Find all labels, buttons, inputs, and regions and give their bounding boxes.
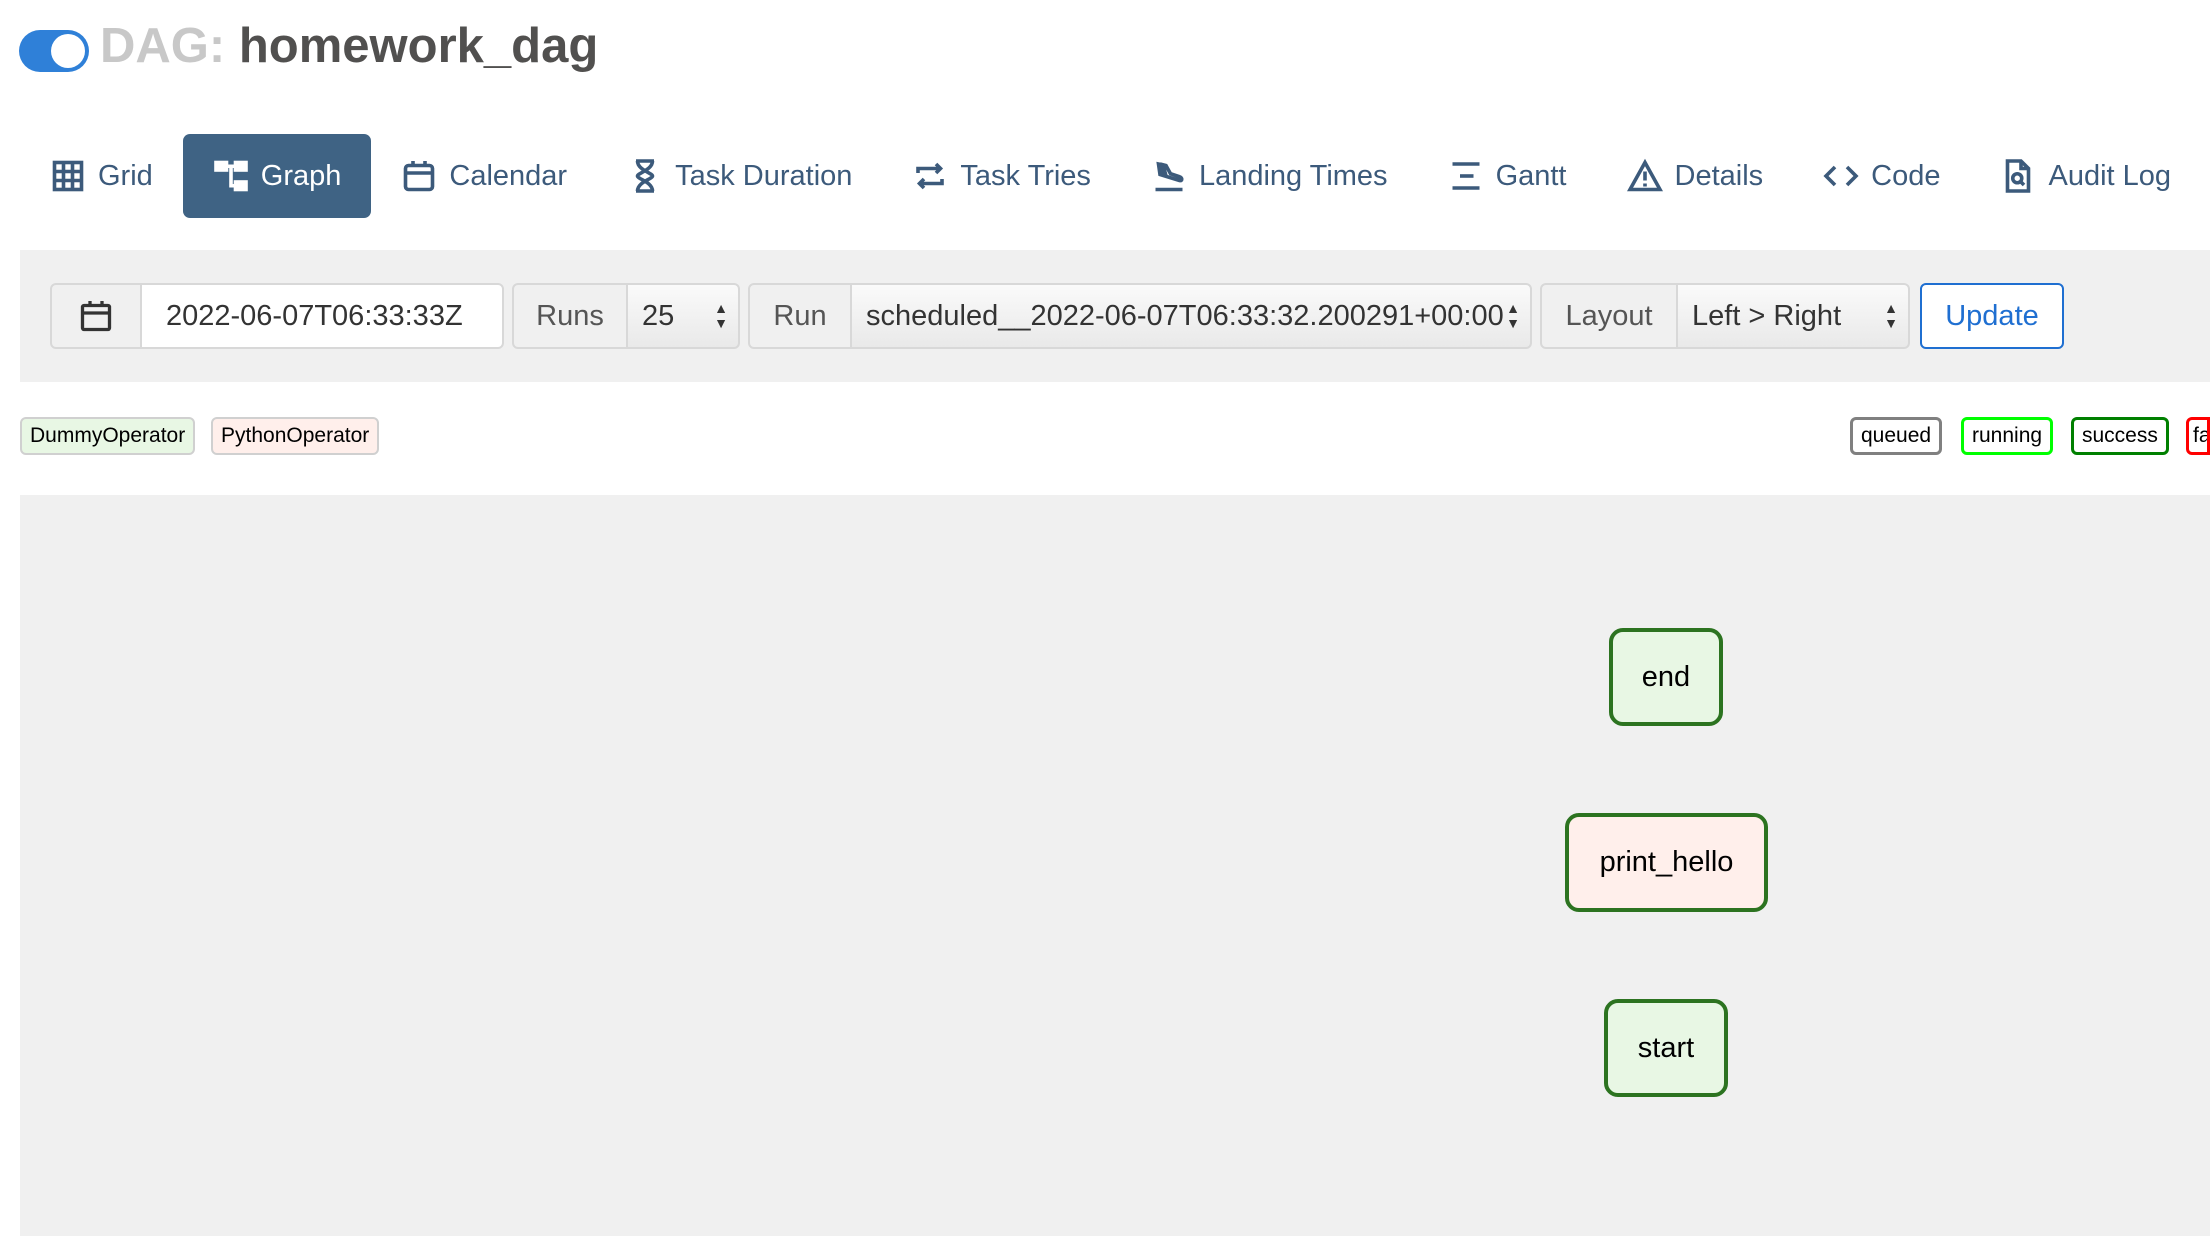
tab-details[interactable]: Details bbox=[1597, 134, 1794, 218]
tab-code-label: Code bbox=[1871, 159, 1941, 192]
calendar-icon bbox=[80, 301, 112, 332]
select-arrows-icon: ▲ ▼ bbox=[1506, 300, 1520, 331]
dag-pause-toggle[interactable] bbox=[19, 30, 89, 72]
tab-grid[interactable]: Grid bbox=[20, 134, 183, 218]
legend-row: DummyOperator PythonOperator queued runn… bbox=[0, 417, 2210, 455]
tab-graph-label: Graph bbox=[260, 159, 342, 192]
operator-legend-dummy[interactable]: DummyOperator bbox=[20, 417, 196, 455]
page-title: DAG: homework_dag bbox=[100, 18, 598, 74]
tab-code[interactable]: Code bbox=[1793, 134, 1970, 218]
code-icon bbox=[1823, 165, 1859, 187]
dag-prefix: DAG: bbox=[100, 19, 226, 73]
tab-landing-times-label: Landing Times bbox=[1198, 159, 1388, 192]
tab-audit-log-label: Audit Log bbox=[2048, 159, 2172, 192]
runs-label: Runs bbox=[512, 283, 628, 349]
tab-gantt-label: Gantt bbox=[1495, 159, 1567, 192]
tab-task-tries-label: Task Tries bbox=[960, 159, 1091, 192]
graph-icon bbox=[213, 160, 248, 192]
graph-controls-bar: 2022-06-07T06:33:33Z Runs 25 ▲ ▼ Run sche… bbox=[20, 250, 2210, 382]
repeat-icon bbox=[916, 162, 945, 190]
layout-label: Layout bbox=[1540, 283, 1678, 349]
dag-name: homework_dag bbox=[238, 19, 599, 73]
tab-calendar[interactable]: Calendar bbox=[371, 134, 597, 218]
layout-select[interactable]: Left > Right ▲ ▼ bbox=[1676, 283, 1910, 349]
dag-view-tabs: Grid Graph Calendar Task Duration Task T… bbox=[20, 134, 2201, 218]
tab-task-duration[interactable]: Task Duration bbox=[597, 134, 882, 218]
tab-graph[interactable]: Graph bbox=[182, 134, 372, 218]
tab-details-label: Details bbox=[1674, 159, 1764, 192]
tab-grid-label: Grid bbox=[98, 159, 153, 192]
plane-landing-icon bbox=[1155, 161, 1184, 192]
task-node-start[interactable]: start bbox=[1604, 999, 1728, 1097]
run-label: Run bbox=[748, 283, 852, 349]
date-picker-button[interactable] bbox=[50, 283, 142, 349]
run-select[interactable]: scheduled__2022-06-07T06:33:32.200291+00… bbox=[850, 283, 1532, 349]
state-legend-failed[interactable]: fa bbox=[2186, 417, 2210, 455]
calendar-icon bbox=[404, 161, 435, 192]
execution-date-input[interactable]: 2022-06-07T06:33:33Z bbox=[140, 283, 504, 349]
layout-select-value: Left > Right bbox=[1692, 299, 1842, 332]
dag-graph-canvas[interactable]: end print_hello start bbox=[20, 495, 2210, 1236]
state-legend-queued[interactable]: queued bbox=[1850, 417, 1943, 455]
task-node-end[interactable]: end bbox=[1609, 628, 1723, 726]
warning-triangle-icon bbox=[1626, 158, 1663, 192]
grid-icon bbox=[52, 160, 84, 192]
tab-audit-log[interactable]: Audit Log bbox=[1970, 134, 2201, 218]
runs-select[interactable]: 25 ▲ ▼ bbox=[626, 283, 740, 349]
state-legend-success[interactable]: success bbox=[2071, 417, 2169, 455]
hourglass-icon bbox=[635, 159, 655, 193]
tab-gantt[interactable]: Gantt bbox=[1418, 134, 1597, 218]
file-search-icon bbox=[2006, 159, 2031, 193]
runs-select-value: 25 bbox=[642, 299, 675, 332]
task-node-print-hello[interactable]: print_hello bbox=[1565, 813, 1768, 912]
tab-task-duration-label: Task Duration bbox=[675, 159, 853, 192]
tab-calendar-label: Calendar bbox=[449, 159, 568, 192]
select-arrows-icon: ▲ ▼ bbox=[714, 300, 728, 331]
gantt-icon bbox=[1452, 162, 1480, 190]
select-arrows-icon: ▲ ▼ bbox=[1884, 300, 1898, 331]
state-legend-running[interactable]: running bbox=[1961, 417, 2054, 455]
update-button[interactable]: Update bbox=[1920, 283, 2064, 349]
operator-legend-python[interactable]: PythonOperator bbox=[211, 417, 380, 455]
run-select-value: scheduled__2022-06-07T06:33:32.200291+00… bbox=[866, 299, 1504, 332]
tab-task-tries[interactable]: Task Tries bbox=[882, 134, 1121, 218]
tab-landing-times[interactable]: Landing Times bbox=[1121, 134, 1418, 218]
toggle-knob bbox=[51, 34, 85, 68]
